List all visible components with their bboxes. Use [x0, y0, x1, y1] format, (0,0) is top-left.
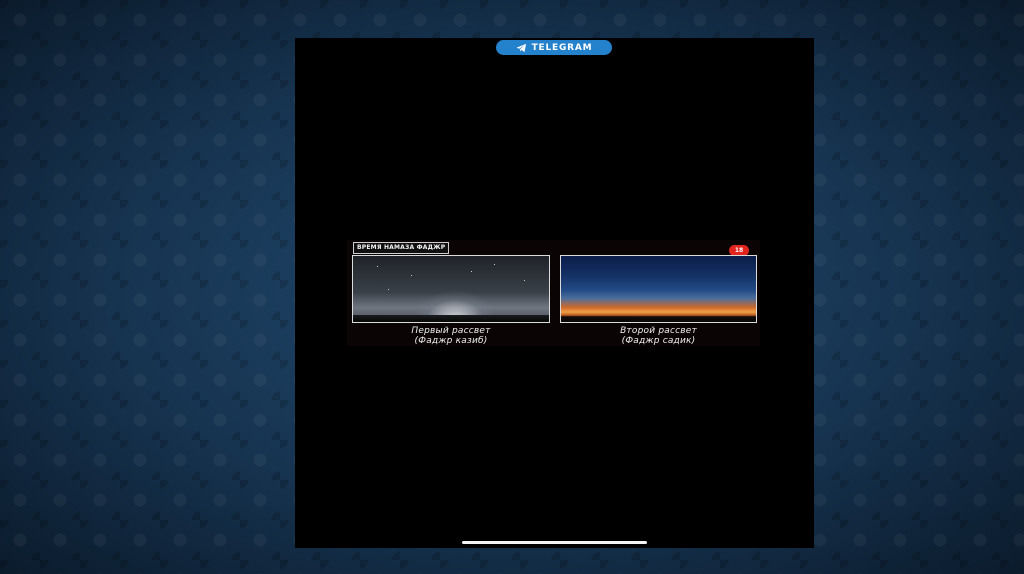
caption-line: (Фаджр казиб) [414, 336, 488, 346]
true-dawn-caption: Второй рассвет (Фаджр садик) [560, 326, 757, 346]
false-dawn-caption: Первый рассвет (Фаджр казиб) [352, 326, 550, 346]
post-title: ВРЕМЯ НАМАЗА ФАДЖР [353, 242, 450, 254]
false-dawn-photo [352, 255, 550, 323]
telegram-badge-label: TELEGRAM [531, 42, 593, 53]
caption-line: Первый рассвет [411, 326, 491, 336]
presentation-slide: TELEGRAM ВРЕМЯ НАМАЗА ФАДЖР 18 Первый ра… [0, 0, 1024, 574]
telegram-post-image[interactable]: ВРЕМЯ НАМАЗА ФАДЖР 18 Первый рассвет (Фа… [347, 240, 760, 346]
true-dawn-photo [560, 255, 757, 323]
phone-screenshot: TELEGRAM ВРЕМЯ НАМАЗА ФАДЖР 18 Первый ра… [295, 38, 814, 548]
home-indicator[interactable] [462, 541, 647, 544]
telegram-paper-plane-icon [516, 43, 526, 52]
caption-line: Второй рассвет [620, 326, 697, 336]
caption-line: (Фаджр садик) [621, 336, 696, 346]
telegram-badge[interactable]: TELEGRAM [496, 40, 612, 55]
